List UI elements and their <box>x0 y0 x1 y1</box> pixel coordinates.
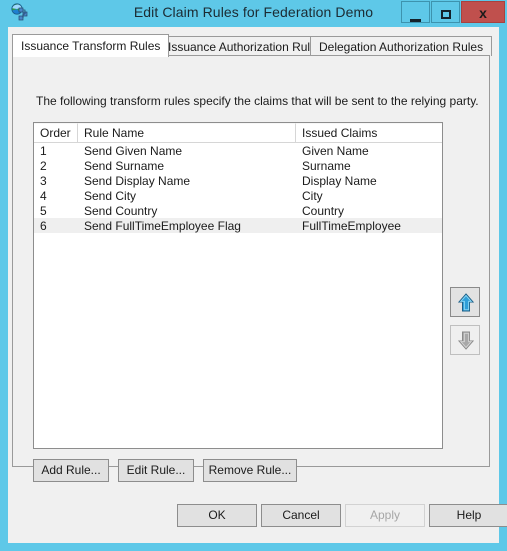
table-row[interactable]: 4 Send City City <box>34 188 442 203</box>
tab-strip: Issuance Transform Rules Issuance Author… <box>12 34 494 57</box>
rule-order-cell: 2 <box>40 158 47 173</box>
tab-issuance-transform-rules[interactable]: Issuance Transform Rules <box>12 34 170 57</box>
rule-name-cell: Send Surname <box>84 158 165 173</box>
issued-claims-cell: FullTimeEmployee <box>302 218 401 233</box>
issued-claims-cell: Given Name <box>302 143 369 158</box>
list-header-row: Order Rule Name Issued Claims <box>34 123 442 143</box>
list-rows: 1 Send Given Name Given Name 2 Send Surname S… <box>34 143 442 233</box>
minimize-icon <box>402 11 429 22</box>
rule-order-cell: 6 <box>40 218 47 233</box>
remove-rule-button[interactable]: Remove Rule... <box>203 459 297 482</box>
issued-claims-cell: City <box>302 188 323 203</box>
panel-description: The following transform rules specify th… <box>36 94 479 108</box>
cancel-button[interactable]: Cancel <box>261 504 341 527</box>
close-button[interactable]: x <box>461 1 505 23</box>
edit-rule-button[interactable]: Edit Rule... <box>118 459 194 482</box>
minimize-button[interactable] <box>401 1 430 23</box>
active-tab-seam <box>13 55 153 56</box>
table-row[interactable]: 5 Send Country Country <box>34 203 442 218</box>
rule-order-cell: 4 <box>40 188 47 203</box>
arrow-down-icon <box>458 331 474 350</box>
ok-button[interactable]: OK <box>177 504 257 527</box>
maximize-icon <box>432 8 459 22</box>
tab-issuance-authorization-rules[interactable]: Issuance Authorization Rules <box>159 36 332 56</box>
column-header-issued-claims[interactable]: Issued Claims <box>296 123 442 142</box>
close-icon: x <box>479 5 487 21</box>
edit-claim-rules-dialog: Edit Claim Rules for Federation Demo x I… <box>0 0 507 551</box>
title-bar[interactable]: Edit Claim Rules for Federation Demo x <box>0 0 507 26</box>
tab-panel: The following transform rules specify th… <box>12 55 490 482</box>
rule-name-cell: Send Country <box>84 203 158 218</box>
column-header-rule-name[interactable]: Rule Name <box>78 123 296 142</box>
tab-label: Delegation Authorization Rules <box>319 40 484 54</box>
add-rule-button[interactable]: Add Rule... <box>33 459 109 482</box>
issued-claims-cell: Surname <box>302 158 351 173</box>
rule-name-cell: Send City <box>84 188 137 203</box>
apply-button[interactable]: Apply <box>345 504 425 527</box>
issued-claims-cell: Country <box>302 203 345 218</box>
table-row[interactable]: 6 Send FullTimeEmployee Flag FullTimeEmplo… <box>34 218 442 233</box>
rule-name-cell: Send FullTimeEmployee Flag <box>84 218 241 233</box>
rule-order-cell: 3 <box>40 173 47 188</box>
rule-order-cell: 5 <box>40 203 47 218</box>
table-row[interactable]: 3 Send Display Name Display Name <box>34 173 442 188</box>
table-row[interactable]: 1 Send Given Name Given Name <box>34 143 442 158</box>
tab-label: Issuance Authorization Rules <box>168 40 323 54</box>
move-rule-down-button[interactable] <box>450 325 480 355</box>
rule-name-cell: Send Display Name <box>84 173 191 188</box>
column-header-order[interactable]: Order <box>34 123 78 142</box>
rule-name-cell: Send Given Name <box>84 143 183 158</box>
tab-label: Issuance Transform Rules <box>21 39 161 53</box>
arrow-up-icon <box>458 293 474 312</box>
issued-claims-cell: Display Name <box>302 173 377 188</box>
maximize-button[interactable] <box>431 1 460 23</box>
rule-order-cell: 1 <box>40 143 47 158</box>
dialog-body: Issuance Transform Rules Issuance Author… <box>8 27 507 543</box>
table-row[interactable]: 2 Send Surname Surname <box>34 158 442 173</box>
tab-delegation-authorization-rules[interactable]: Delegation Authorization Rules <box>310 36 493 56</box>
rules-list[interactable]: Order Rule Name Issued Claims 1 Send Give… <box>33 122 443 449</box>
help-button[interactable]: Help <box>429 504 507 527</box>
move-rule-up-button[interactable] <box>450 287 480 317</box>
